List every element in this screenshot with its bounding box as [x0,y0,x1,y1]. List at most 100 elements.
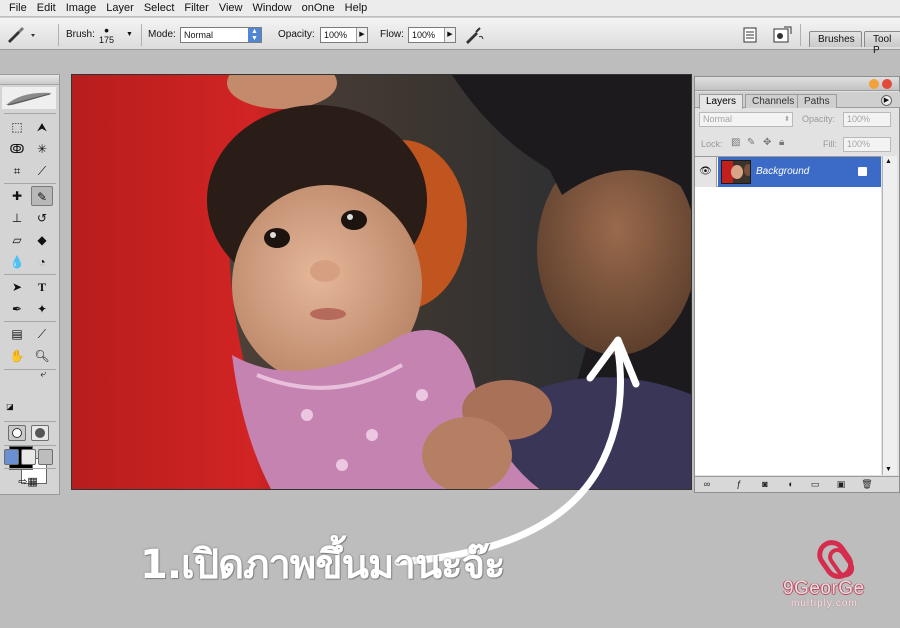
history-brush-tool-icon[interactable]: ↺ [31,208,53,228]
tab-brushes[interactable]: Brushes [809,31,862,47]
mode-value: Normal [184,29,214,40]
hand-tool-icon[interactable]: ✋ [6,346,28,366]
menu-file[interactable]: File [4,0,32,16]
opacity-value: 100% [324,29,348,40]
crop-tool-icon[interactable]: ⌗ [6,161,28,181]
standard-mode-button[interactable] [8,425,26,441]
brush-tool-icon-active[interactable]: ✎ [31,186,53,206]
screen-mode-standard-icon[interactable] [4,449,19,465]
delete-layer-icon[interactable]: 🗑︎ [861,479,873,490]
brush-picker[interactable]: • 175 [99,18,114,51]
lasso-tool-icon[interactable]: ↂ [6,139,28,159]
lock-position-icon[interactable]: ✥ [763,137,771,148]
airbrush-button[interactable] [463,18,485,51]
screen-mode-full-icon[interactable] [38,449,53,465]
imageready-jump-icon[interactable]: ⇨▦ [8,472,48,492]
notes-tool-icon[interactable]: ▤ [6,324,28,344]
menu-layer[interactable]: Layer [101,0,139,16]
scroll-up-icon[interactable]: ▲ [885,158,892,165]
path-selection-tool-icon[interactable]: ➤ [6,277,28,297]
adobe-feather-icon[interactable] [2,87,56,109]
fill-field[interactable]: 100% [843,137,891,152]
fill-value: 100% [847,139,871,149]
lock-all-icon[interactable]: 🔒︎ [779,137,784,148]
eyedropper-tool-icon[interactable]: ⟋ [31,324,53,344]
opacity-label: Opacity: [278,29,315,40]
quick-mask-button[interactable] [31,425,49,441]
lock-transparent-icon[interactable]: ▨ [731,137,740,148]
menu-select[interactable]: Select [139,0,180,16]
layer-name[interactable]: Background [756,157,809,187]
close-icon[interactable] [882,79,892,89]
brush-dropdown-icon[interactable]: ▼ [126,18,133,51]
new-group-icon[interactable]: ▭ [809,479,821,490]
type-tool-icon[interactable]: T [31,277,53,297]
layer-row-background[interactable]: 👁 Background [695,157,881,187]
layer-opacity-field[interactable]: 100% [843,112,891,127]
layer-style-icon[interactable]: ƒ [733,479,745,490]
layer-mask-icon[interactable]: ◙ [759,479,771,490]
layers-panel-footer: ∞ ƒ ◙ ◐ ▭ ▣ 🗑︎ [695,476,899,492]
tool-preset-picker[interactable] [4,18,40,51]
menu-window[interactable]: Window [248,0,297,16]
brush-dot-icon: • [104,21,109,38]
toolbox-titlebar[interactable] [0,75,59,85]
menu-filter[interactable]: Filter [179,0,213,16]
bridge-button[interactable] [773,18,793,51]
opacity-arrow-icon[interactable]: ▶ [356,27,367,42]
marquee-tool-icon[interactable]: ⬚ [6,117,28,137]
instruction-caption: 1.เปิดภาพขึ้นมานะจ๊ะ [140,542,506,588]
magic-wand-tool-icon[interactable]: ✳ [31,139,53,159]
watermark-site: multiply.com [791,598,858,609]
flow-arrow-icon[interactable]: ▶ [444,27,455,42]
minimize-icon[interactable] [869,79,879,89]
default-colors-icon[interactable]: ◪ [5,402,15,412]
pen-tool-icon[interactable]: ✒ [6,299,28,319]
new-layer-icon[interactable]: ▣ [835,479,847,490]
menu-onone[interactable]: onOne [297,0,340,16]
healing-brush-tool-icon[interactable]: ✚ [6,186,28,206]
slice-tool-icon[interactable]: ⟋ [31,161,53,181]
layers-panel-titlebar[interactable] [695,77,899,91]
opacity-field[interactable]: 100% ▶ [320,26,368,43]
panel-menu-icon[interactable]: ▶ [881,95,892,106]
blur-tool-icon[interactable]: 💧 [6,252,28,272]
paint-bucket-tool-icon[interactable]: ◆ [31,230,53,250]
adjustment-layer-icon[interactable]: ◐ [785,479,797,490]
tab-layers[interactable]: Layers [699,94,744,109]
visibility-eye-icon[interactable]: 👁 [695,157,717,187]
dodge-tool-icon[interactable]: ◔ [31,252,53,272]
tab-tool-presets[interactable]: Tool P [864,31,900,56]
screen-mode-menu-icon[interactable] [21,449,36,465]
layer-lock-icon [858,167,867,176]
menu-image[interactable]: Image [61,0,102,16]
scroll-down-icon[interactable]: ▼ [885,466,892,473]
swap-colors-icon[interactable]: ⤶ [36,368,50,382]
lock-paint-icon[interactable]: ✎ [747,137,755,148]
fill-label: Fill: [823,139,837,149]
eraser-tool-icon[interactable]: ▱ [6,230,28,250]
flow-field[interactable]: 100% ▶ [408,26,456,43]
blend-mode-select[interactable]: Normal ⬍ [699,112,793,127]
layers-scrollbar[interactable]: ▲ ▼ [882,156,897,475]
menu-view[interactable]: View [214,0,248,16]
mode-select[interactable]: Normal ▲ ▼ [180,26,262,43]
move-tool-icon[interactable]: ⮝ [31,117,53,137]
options-bar: Brush: • 175 ▼ Mode: Normal ▲ ▼ Opacity: … [0,17,900,56]
tab-paths[interactable]: Paths [797,94,837,108]
flow-label: Flow: [380,29,404,40]
palette-well-button[interactable] [742,18,758,51]
brush-label: Brush: [66,29,95,40]
flow-value: 100% [412,29,436,40]
menu-edit[interactable]: Edit [32,0,61,16]
standard-mode-icon [12,428,22,438]
layer-thumbnail [721,160,751,184]
clone-stamp-tool-icon[interactable]: ⊥ [6,208,28,228]
menu-help[interactable]: Help [340,0,373,16]
layers-panel-tabs: Layers Channels Paths ▶ [695,92,900,109]
tab-channels[interactable]: Channels [745,94,802,108]
mode-stepper-icon: ▲ ▼ [248,27,261,42]
custom-shape-tool-icon[interactable]: ✦ [31,299,53,319]
zoom-tool-icon[interactable]: 🔍︎ [31,346,53,366]
link-layers-icon[interactable]: ∞ [701,479,713,490]
